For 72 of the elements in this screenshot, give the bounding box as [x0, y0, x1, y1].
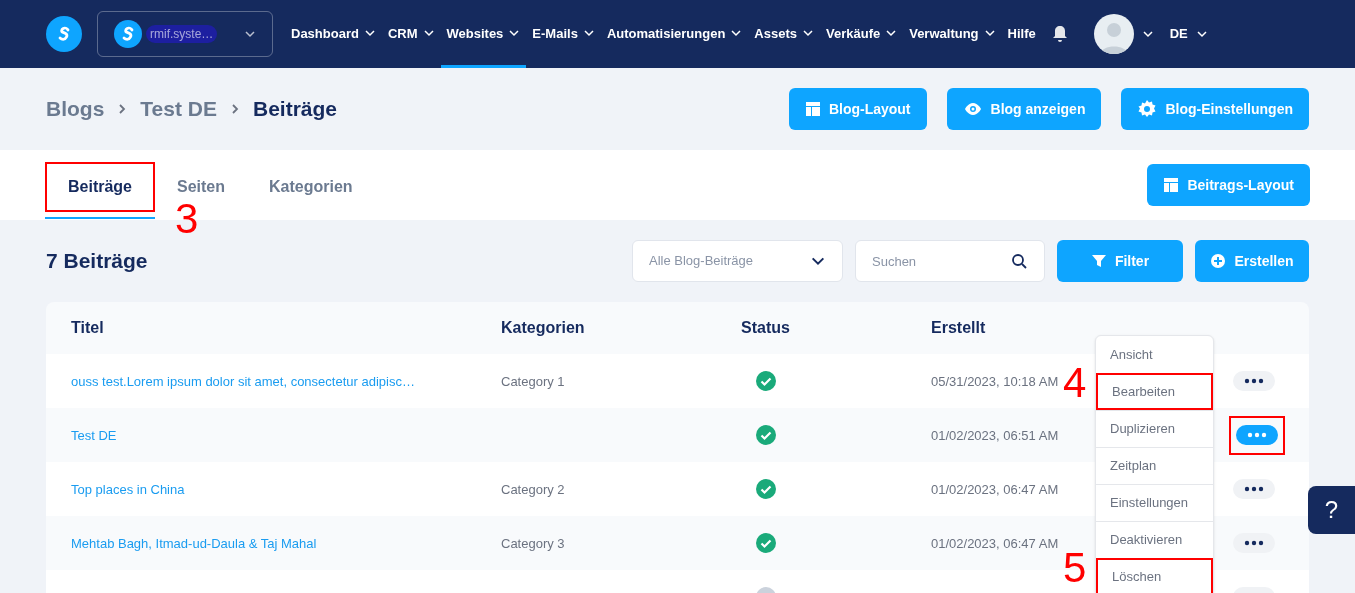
search-icon — [1011, 253, 1027, 269]
nav-menu-item[interactable]: Verkäufe — [820, 0, 904, 68]
chevron-down-icon — [244, 28, 256, 40]
post-layout-button[interactable]: Beitrags-Layout — [1147, 164, 1310, 206]
logo-icon[interactable] — [46, 16, 82, 52]
avatar-icon[interactable] — [1093, 14, 1134, 54]
created-date-cell: 01/02/2023, 06:51 AM — [931, 428, 1059, 443]
header-button[interactable]: Blog-Layout — [788, 88, 927, 130]
column-header: Titel — [71, 319, 104, 336]
menu-item[interactable]: Ansicht — [1096, 336, 1213, 373]
more-actions-button[interactable] — [1233, 533, 1275, 553]
header-button[interactable]: Blog-Einstellungen — [1121, 88, 1309, 130]
nav-menu-item[interactable]: Websites — [440, 0, 527, 68]
post-title-link[interactable]: Mehtab Bagh, Itmad-ud-Daula & Taj Mahal — [71, 536, 317, 551]
column-header: Erstellt — [931, 319, 986, 336]
step-number: 5 — [1063, 547, 1087, 589]
more-actions-button[interactable] — [1233, 479, 1275, 499]
column-header: Status — [741, 319, 790, 336]
menu-item[interactable]: Zeitplan — [1096, 447, 1213, 484]
chevron-down-icon — [1195, 28, 1208, 40]
category-cell: Category 3 — [501, 536, 565, 551]
category-cell: Category 1 — [501, 374, 565, 389]
breadcrumb-item[interactable]: Beiträge — [253, 93, 337, 125]
account-logo-icon — [114, 20, 142, 48]
post-title-link[interactable]: Top places in China — [71, 482, 185, 497]
chevron-down-icon — [1141, 28, 1154, 40]
chevron-right-icon — [229, 103, 241, 115]
filter-button[interactable]: Filter — [1057, 240, 1183, 282]
nav-menu-item[interactable]: CRM — [381, 0, 441, 68]
create-button[interactable]: Erstellen — [1195, 240, 1309, 282]
menu-item[interactable]: Duplizieren — [1096, 410, 1213, 447]
layout-icon — [804, 101, 821, 117]
created-date-cell: 05/31/2023, 10:18 AM — [931, 374, 1059, 389]
ellipsis-icon — [1244, 486, 1264, 492]
ellipsis-icon — [1247, 432, 1267, 438]
funnel-icon — [1090, 253, 1107, 269]
breadcrumb-item[interactable]: Blogs — [46, 93, 105, 125]
menu-item[interactable]: Löschen — [1096, 558, 1213, 593]
tab[interactable]: Kategorien — [247, 162, 375, 212]
header-button[interactable]: Blog anzeigen — [946, 88, 1102, 130]
menu-item[interactable]: Deaktivieren — [1096, 521, 1213, 558]
nav-menu-item[interactable]: Dashboard — [285, 0, 382, 68]
nav-menu-item[interactable]: Automatisierungen — [600, 0, 749, 68]
created-date-cell: 01/02/2023, 06:47 AM — [931, 482, 1059, 497]
help-link[interactable]: Hilfe — [1001, 24, 1042, 44]
created-date-cell: 01/02/2023, 06:47 AM — [931, 536, 1059, 551]
filter-dropdown[interactable]: Alle Blog-Beiträge — [632, 240, 843, 282]
account-switcher[interactable]: rmif.syste… — [97, 11, 273, 57]
nav-menu-item[interactable]: Assets — [748, 0, 820, 68]
ellipsis-icon — [1244, 540, 1264, 546]
tab[interactable]: Beiträge — [45, 162, 155, 212]
posts-count-title: 7 Beiträge — [46, 248, 148, 275]
search-field[interactable]: Suchen — [855, 240, 1045, 282]
ellipsis-icon — [1244, 378, 1264, 384]
more-actions-button[interactable] — [1233, 371, 1275, 391]
menu-item[interactable]: Bearbeiten — [1096, 373, 1213, 410]
nav-menu-item[interactable]: E-Mails — [526, 0, 601, 68]
nav-menu-item[interactable]: Verwaltung — [903, 0, 1002, 68]
language-selector[interactable]: DE — [1169, 24, 1208, 44]
eye-icon — [962, 101, 983, 117]
menu-item[interactable]: Einstellungen — [1096, 484, 1213, 521]
post-title-link[interactable]: ouss test.Lorem ipsum dolor sit amet, consectetur adipisc… — [71, 374, 415, 389]
help-button[interactable]: ? — [1308, 486, 1355, 534]
breadcrumb-item[interactable]: Test DE — [140, 93, 217, 125]
post-title-link[interactable]: Test DE — [71, 428, 117, 443]
category-cell: Category 2 — [501, 482, 565, 497]
step-number: 3 — [175, 198, 199, 240]
layout-icon — [1163, 177, 1180, 193]
column-header: Kategorien — [501, 319, 585, 336]
step-number: 4 — [1063, 362, 1087, 404]
plus-circle-icon — [1210, 253, 1227, 269]
settings-icon — [1137, 99, 1158, 119]
